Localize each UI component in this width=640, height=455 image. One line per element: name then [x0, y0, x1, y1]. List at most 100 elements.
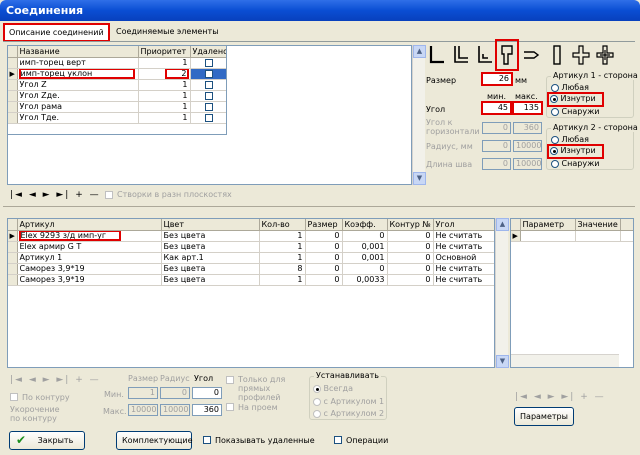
shape-vertical-icon[interactable] — [548, 44, 566, 66]
cell-priority[interactable]: 1 — [138, 79, 191, 91]
show-deleted-checkbox[interactable] — [203, 436, 211, 444]
cell-name[interactable]: Угол Tде. — [17, 112, 139, 124]
shape-end-icon[interactable] — [522, 44, 540, 66]
cell-name[interactable]: Угол Z — [17, 79, 139, 91]
connections-grid[interactable]: Название Приоритет Удалено имп-торец вер… — [7, 45, 227, 135]
cell-name[interactable]: имп-торец верт — [17, 57, 139, 69]
bottom-max-angle-input[interactable]: 360 — [192, 404, 222, 416]
col-priority-header[interactable]: Приоритет — [138, 46, 191, 58]
cell-priority[interactable]: 1 — [138, 112, 191, 124]
cell-contour[interactable]: 0 — [387, 263, 434, 275]
deleted-checkbox[interactable] — [205, 102, 213, 111]
col-coef-header[interactable]: Коэфф. — [342, 219, 388, 231]
tab-connected-elements[interactable]: Соединяемые элементы — [112, 24, 223, 41]
cell-qty[interactable]: 1 — [259, 230, 306, 242]
operations-checkbox[interactable] — [334, 436, 342, 444]
scroll-down-icon[interactable]: ▼ — [496, 355, 509, 368]
cell-size[interactable]: 0 — [305, 252, 343, 264]
article2-outside-option[interactable]: Снаружи — [551, 159, 599, 168]
cell-contour[interactable]: 0 — [387, 230, 434, 242]
cell-coef[interactable]: 0,0033 — [342, 274, 388, 286]
cell-size[interactable]: 0 — [305, 230, 343, 242]
article1-inside-option[interactable]: Изнутри — [547, 92, 604, 107]
cell-angle[interactable]: Не считать — [433, 263, 494, 275]
col-size-header[interactable]: Размер — [305, 219, 343, 231]
tab-connection-description[interactable]: Описание соединений — [3, 23, 110, 42]
seam-max-input[interactable]: 10000 — [513, 158, 542, 170]
table-row[interactable]: ▶ — [511, 230, 633, 242]
col-qty-header[interactable]: Кол-во — [259, 219, 306, 231]
straight-only-checkbox[interactable] — [226, 376, 234, 384]
cell-article[interactable]: Саморез 3,9*19 — [17, 263, 162, 275]
bottom-max-radius-input[interactable]: 10000 — [160, 404, 190, 416]
cell-color[interactable]: Без цвета — [161, 241, 260, 253]
table-row[interactable]: Саморез 3,9*19 Без цвета 1 0 0,0033 0 Не… — [8, 274, 494, 286]
bottom-min-radius-input[interactable]: 0 — [160, 387, 190, 399]
cell-color[interactable]: Без цвета — [161, 274, 260, 286]
deleted-checkbox[interactable] — [205, 91, 213, 100]
col-deleted-header[interactable]: Удалено — [190, 46, 226, 58]
on-opening-checkbox[interactable] — [226, 403, 234, 411]
cell-angle[interactable]: Не считать — [433, 274, 494, 286]
cell-angle[interactable]: Не считать — [433, 230, 494, 242]
shape-cross-icon[interactable] — [572, 44, 590, 66]
install-article1-option[interactable]: с Артикулом 1 — [313, 397, 384, 406]
deleted-checkbox[interactable] — [205, 80, 213, 89]
shape-t-slope-icon[interactable] — [498, 44, 516, 66]
table-row[interactable]: Угол Zде. 1 — [8, 90, 226, 102]
cell-name[interactable]: Угол Zде. — [17, 90, 139, 102]
planes-checkbox[interactable] — [105, 191, 113, 199]
table-row-current[interactable]: ▶ Elex 9293 з/д имп-уг Без цвета 1 0 0 0… — [8, 230, 494, 242]
cell-coef[interactable]: 0 — [342, 263, 388, 275]
parameters-button[interactable]: Параметры — [514, 407, 574, 426]
table-row[interactable]: имп-торец верт 1 — [8, 57, 226, 69]
cell-qty[interactable]: 8 — [259, 263, 306, 275]
col-article-header[interactable]: Артикул — [17, 219, 162, 231]
cell-size[interactable]: 0 — [305, 241, 343, 253]
deleted-checkbox[interactable] — [205, 58, 213, 67]
cell-priority[interactable]: 1 — [138, 90, 191, 102]
kit-button[interactable]: Комплектующие — [116, 431, 193, 450]
col-color-header[interactable]: Цвет — [161, 219, 260, 231]
cell-coef[interactable]: 0,001 — [342, 241, 388, 253]
table-row[interactable]: Elex армир G T Без цвета 1 0 0,001 0 Не … — [8, 241, 494, 253]
article1-outside-option[interactable]: Снаружи — [551, 107, 599, 116]
radius-max-input[interactable]: 10000 — [513, 140, 542, 152]
cell-priority[interactable]: 1 — [138, 57, 191, 69]
bottom-min-size-input[interactable]: 1 — [128, 387, 158, 399]
cell-name[interactable]: Угол рама — [17, 101, 139, 113]
cell-size[interactable]: 0 — [305, 274, 343, 286]
cell-angle[interactable]: Не считать — [433, 241, 494, 253]
install-always-option[interactable]: Всегда — [313, 384, 353, 393]
horizontal-min-input[interactable]: 0 — [482, 122, 511, 134]
bottom-min-angle-input[interactable]: 0 — [192, 387, 222, 399]
seam-min-input[interactable]: 0 — [482, 158, 511, 170]
connections-grid-scrollbar[interactable]: ▲ ▼ — [412, 45, 426, 185]
cell-article[interactable]: Elex армир G T — [17, 241, 162, 253]
col-angle-header[interactable]: Угол — [433, 219, 494, 231]
cell-article[interactable]: Саморез 3,9*19 — [17, 274, 162, 286]
table-row[interactable]: Угол Tде. 1 — [8, 112, 226, 124]
shape-cross-2-icon[interactable] — [596, 44, 614, 66]
cell-contour[interactable]: 0 — [387, 241, 434, 253]
parameters-grid[interactable]: Параметр Значение ▶ — [510, 218, 634, 368]
deleted-checkbox[interactable] — [205, 69, 213, 78]
radius-min-input[interactable]: 0 — [482, 140, 511, 152]
cell-priority[interactable]: 2 — [164, 68, 189, 78]
scroll-down-icon[interactable]: ▼ — [413, 172, 426, 185]
table-row[interactable]: Артикул 1 Как арт.1 1 0 0,001 0 Основной — [8, 252, 494, 264]
article2-inside-option[interactable]: Изнутри — [547, 144, 604, 159]
shape-l-1-icon[interactable] — [428, 44, 446, 66]
article2-any-option[interactable]: Любая — [551, 135, 589, 144]
cell-color[interactable]: Как арт.1 — [161, 252, 260, 264]
cell-contour[interactable]: 0 — [387, 252, 434, 264]
col-value-header[interactable]: Значение — [575, 219, 621, 231]
table-row[interactable]: Угол Z 1 — [8, 79, 226, 91]
cell-qty[interactable]: 1 — [259, 274, 306, 286]
size-input[interactable]: 26 — [481, 72, 513, 86]
col-parameter-header[interactable]: Параметр — [520, 219, 576, 231]
articles-grid[interactable]: Артикул Цвет Кол-во Размер Коэфф. Контур… — [7, 218, 495, 368]
cell-coef[interactable]: 0,001 — [342, 252, 388, 264]
angle-max-input[interactable]: 135 — [512, 101, 543, 115]
close-button[interactable]: ✔ Закрыть — [9, 431, 85, 450]
